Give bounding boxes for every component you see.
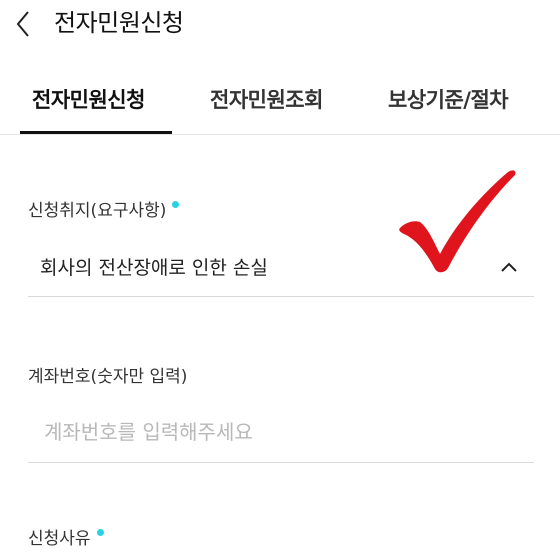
purpose-select-value: 회사의 전산장애로 인한 손실 bbox=[40, 257, 268, 279]
check-mark-icon bbox=[399, 170, 516, 273]
account-label: 계좌번호(숫자만 입력) bbox=[28, 367, 188, 387]
account-number-input[interactable] bbox=[28, 406, 534, 458]
required-indicator bbox=[96, 529, 104, 536]
chevron-left-icon bbox=[16, 11, 29, 37]
page-title: 전자민원신청 bbox=[54, 9, 184, 37]
required-indicator bbox=[172, 201, 180, 208]
account-label-row: 계좌번호(숫자만 입력) bbox=[28, 364, 187, 390]
purpose-label-row: 신청취지(요구사항) bbox=[28, 198, 180, 224]
tab-apply[interactable]: 전자민원신청 bbox=[32, 84, 145, 116]
back-button[interactable] bbox=[8, 6, 40, 42]
account-field-wrapper bbox=[28, 406, 534, 463]
tab-bar: 전자민원신청 전자민원조회 보상기준/절차 bbox=[0, 72, 560, 135]
app-header: 전자민원신청 bbox=[0, 0, 560, 56]
reason-label: 신청사유 bbox=[28, 529, 91, 549]
tab-inquiry[interactable]: 전자민원조회 bbox=[210, 84, 323, 116]
purpose-label: 신청취지(요구사항) bbox=[28, 201, 167, 221]
tab-compensation[interactable]: 보상기준/절차 bbox=[388, 84, 509, 116]
reason-label-row: 신청사유 bbox=[28, 526, 104, 552]
active-tab-indicator bbox=[20, 131, 172, 134]
